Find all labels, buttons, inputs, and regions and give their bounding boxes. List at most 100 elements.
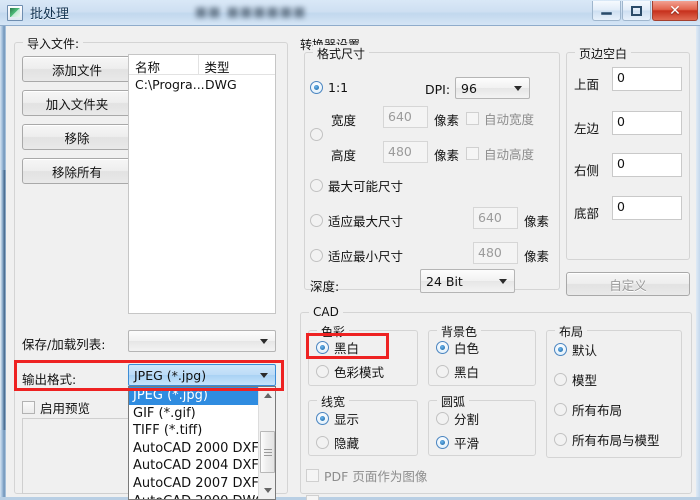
auto-width-checkbox[interactable]: 自动宽度 — [466, 109, 534, 128]
cad-color-mono-radio[interactable]: 黑白 — [316, 338, 359, 357]
dropdown-option[interactable]: JPEG (*.jpg) — [129, 387, 275, 405]
fit-max-input[interactable]: 640 — [473, 207, 518, 229]
cad-layout-all-label: 所有布局 — [572, 403, 623, 418]
add-file-label: 添加文件 — [51, 62, 102, 78]
output-format-value: JPEG (*.jpg) — [134, 367, 207, 383]
maximize-button[interactable] — [622, 1, 651, 21]
column-header-type[interactable]: 类型 — [199, 55, 275, 75]
cad-layout-all-and-model-radio[interactable]: 所有布局与模型 — [554, 430, 660, 449]
margin-bottom-input[interactable]: 0 — [612, 196, 682, 220]
custom-button[interactable]: 自定义 — [566, 272, 690, 296]
margin-left-input[interactable]: 0 — [612, 111, 682, 135]
output-format-combo[interactable]: JPEG (*.jpg) — [128, 364, 276, 386]
title-bar: 批处理 ■■ ■■■■■■ ✕ — [0, 0, 700, 26]
radio-dot-icon — [316, 365, 329, 378]
dropdown-option[interactable]: AutoCAD 2000 DWG (*.c — [129, 493, 275, 499]
depth-combo[interactable]: 24 Bit — [420, 269, 515, 293]
auto-height-checkbox[interactable]: 自动高度 — [466, 144, 534, 163]
minimize-button[interactable] — [592, 1, 621, 21]
cad-arc-split-radio[interactable]: 分割 — [436, 409, 479, 428]
cad-color-mode-label: 色彩模式 — [334, 365, 385, 380]
scroll-down-button[interactable] — [259, 482, 275, 499]
output-format-label: 输出格式: — [22, 372, 77, 387]
cad-background-mono-label: 黑白 — [454, 365, 480, 380]
column-header-name[interactable]: 名称 — [129, 55, 199, 75]
custom-size-radio[interactable] — [310, 128, 328, 141]
width-unit-label: 像素 — [434, 113, 460, 128]
cell-file-type: DWG — [205, 77, 237, 92]
ratio-1-1-radio[interactable]: 1:1 — [310, 80, 348, 95]
cad-arc-split-label: 分割 — [454, 412, 480, 427]
cad-background-white-radio[interactable]: 白色 — [436, 338, 479, 357]
radio-dot-icon — [310, 81, 323, 94]
cad-color-mode-radio[interactable]: 色彩模式 — [316, 362, 384, 381]
cad-linewidth-show-radio[interactable]: 显示 — [316, 409, 359, 428]
cad-linewidth-show-label: 显示 — [334, 412, 360, 427]
scrollbar-thumb[interactable] — [260, 431, 275, 473]
add-file-button[interactable]: 添加文件 — [22, 56, 132, 82]
window-right-border — [696, 26, 700, 500]
dpi-value: 96 — [461, 80, 477, 96]
remove-all-button[interactable]: 移除所有 — [22, 158, 132, 184]
margin-right-input[interactable]: 0 — [612, 153, 682, 177]
margin-top-input[interactable]: 0 — [612, 67, 682, 91]
save-load-list-combo[interactable] — [128, 330, 276, 352]
cad-layout-all-and-model-label: 所有布局与模型 — [572, 433, 660, 448]
dropdown-option[interactable]: AutoCAD 2000 DXF (*.dx — [129, 440, 275, 458]
scroll-up-button[interactable] — [259, 387, 275, 404]
dpi-combo[interactable]: 96 — [455, 77, 530, 99]
height-input[interactable]: 480 — [383, 141, 428, 163]
pdf-as-image-checkbox[interactable]: PDF 页面作为图像 — [306, 466, 427, 485]
depth-label: 深度: — [310, 279, 340, 294]
margin-left-label: 左边 — [574, 121, 600, 136]
radio-dot-icon — [310, 214, 323, 227]
dropdown-option[interactable]: AutoCAD 2007 DXF (*.dx — [129, 475, 275, 493]
cad-linewidth-hide-radio[interactable]: 隐藏 — [316, 433, 359, 452]
radio-dot-icon — [436, 436, 449, 449]
enable-preview-checkbox[interactable]: 启用预览 — [22, 398, 90, 417]
max-possible-size-radio[interactable]: 最大可能尺寸 — [310, 176, 403, 195]
fit-max-size-radio[interactable]: 适应最大尺寸 — [310, 211, 403, 230]
window-title: 批处理 — [30, 7, 70, 22]
cad-arc-smooth-radio[interactable]: 平滑 — [436, 433, 479, 452]
dropdown-scrollbar[interactable] — [258, 387, 275, 499]
height-unit-label: 像素 — [434, 148, 460, 163]
close-button[interactable]: ✕ — [652, 1, 698, 21]
dropdown-option[interactable]: GIF (*.gif) — [129, 405, 275, 423]
file-list[interactable]: 名称 类型 C:\Progra... DWG — [128, 54, 276, 314]
fit-min-size-label: 适应最小尺寸 — [328, 249, 404, 264]
fit-min-input[interactable]: 480 — [473, 242, 518, 264]
radio-dot-icon — [316, 412, 329, 425]
width-input[interactable]: 640 — [383, 106, 428, 128]
bottom-partial-checkbox[interactable] — [306, 495, 324, 500]
chevron-down-icon — [260, 339, 268, 344]
file-list-header: 名称 类型 — [129, 55, 275, 75]
radio-dot-icon — [310, 179, 323, 192]
radio-dot-icon — [310, 128, 323, 141]
dropdown-option[interactable]: AutoCAD 2004 DXF (*.dx — [129, 457, 275, 475]
checkbox-box-icon — [22, 401, 35, 414]
chevron-down-icon — [499, 279, 507, 284]
margin-top-label: 上面 — [574, 77, 600, 92]
chevron-down-icon — [260, 373, 268, 378]
cad-background-mono-radio[interactable]: 黑白 — [436, 362, 479, 381]
cad-layout-default-radio[interactable]: 默认 — [554, 340, 597, 359]
output-format-dropdown-list[interactable]: JPEG (*.jpg) GIF (*.gif) TIFF (*.tiff) A… — [128, 386, 276, 500]
fit-max-size-label: 适应最大尺寸 — [328, 214, 404, 229]
checkbox-box-icon — [306, 495, 319, 500]
cad-layout-all-radio[interactable]: 所有布局 — [554, 400, 622, 419]
auto-width-label: 自动宽度 — [484, 112, 535, 127]
add-folder-button[interactable]: 加入文件夹 — [22, 90, 132, 116]
fit-min-size-radio[interactable]: 适应最小尺寸 — [310, 246, 403, 265]
remove-all-label: 移除所有 — [51, 164, 102, 180]
table-row[interactable]: C:\Progra... DWG — [129, 75, 275, 95]
cad-background-white-label: 白色 — [454, 341, 480, 356]
radio-dot-icon — [316, 436, 329, 449]
cad-layout-model-radio[interactable]: 模型 — [554, 370, 597, 389]
dropdown-option[interactable]: TIFF (*.tiff) — [129, 422, 275, 440]
cad-arc-title: 圆弧 — [437, 393, 470, 410]
remove-button[interactable]: 移除 — [22, 124, 132, 150]
cad-linewidth-title: 线宽 — [317, 393, 350, 410]
radio-dot-icon — [310, 249, 323, 262]
maximize-icon — [631, 5, 642, 16]
